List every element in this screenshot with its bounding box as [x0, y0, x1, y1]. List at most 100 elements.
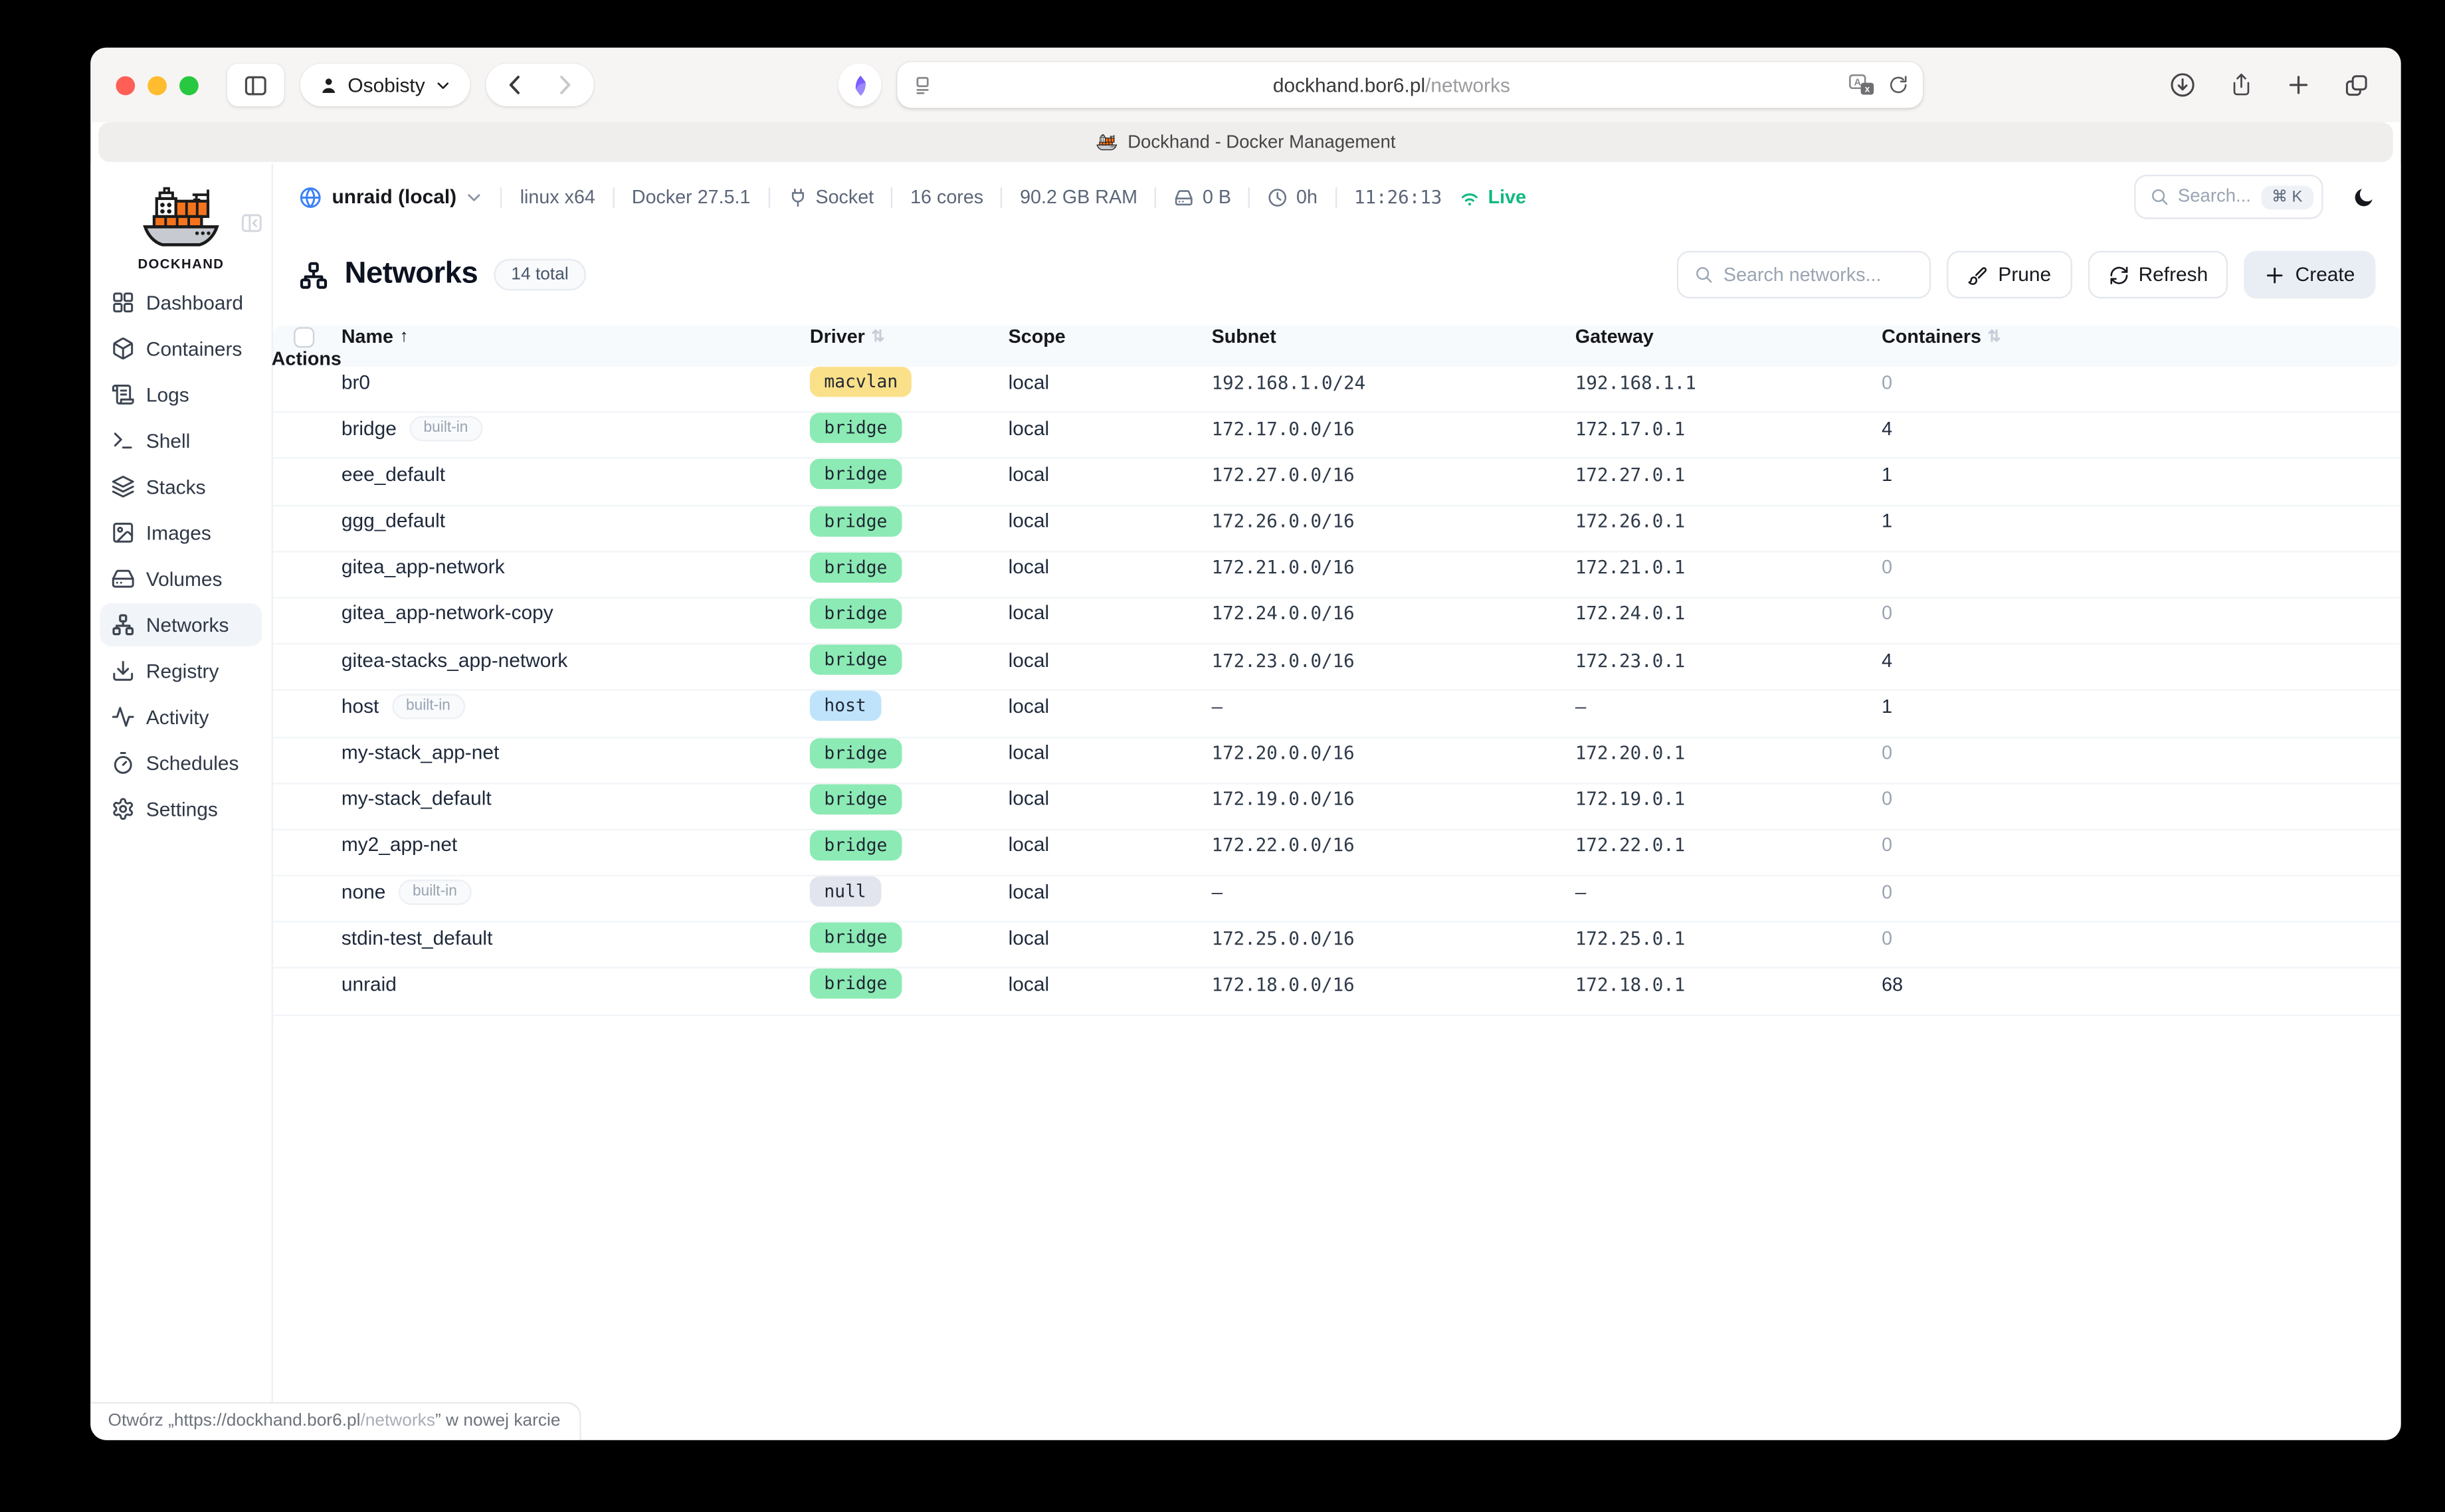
- global-search[interactable]: Search... ⌘ K: [2133, 175, 2323, 219]
- network-name[interactable]: gitea-stacks_app-network: [342, 649, 810, 671]
- network-name[interactable]: ggg_default: [342, 510, 810, 531]
- network-name[interactable]: bridgebuilt-in: [342, 415, 810, 440]
- table-row[interactable]: hostbuilt-inhostlocal––1: [273, 691, 2401, 737]
- network-name[interactable]: nonebuilt-in: [342, 879, 810, 904]
- prune-button[interactable]: Prune: [1947, 251, 2072, 299]
- reload-icon[interactable]: [1888, 74, 1909, 95]
- driver-cell: host: [810, 691, 1009, 721]
- table-row[interactable]: my-stack_app-netbridgelocal172.20.0.0/16…: [273, 737, 2401, 784]
- translate-icon[interactable]: Ax: [1849, 73, 1876, 97]
- disk-info: 0 B: [1174, 186, 1231, 208]
- driver-badge: macvlan: [810, 367, 912, 397]
- close-window-button[interactable]: [116, 76, 135, 95]
- network-name[interactable]: stdin-test_default: [342, 927, 810, 949]
- driver-badge: null: [810, 876, 880, 906]
- minimize-window-button[interactable]: [147, 76, 167, 95]
- svg-text:x: x: [1865, 83, 1870, 94]
- extension-button[interactable]: [839, 64, 882, 107]
- network-icon: [111, 613, 135, 637]
- host-selector[interactable]: unraid (local): [298, 185, 483, 209]
- table-row[interactable]: gitea_app-network-copybridgelocal172.24.…: [273, 599, 2401, 645]
- networks-search-input[interactable]: Search networks...: [1678, 251, 1931, 299]
- table-row[interactable]: gitea_app-networkbridgelocal172.21.0.0/1…: [273, 552, 2401, 599]
- sidebar-item-shell[interactable]: Shell: [100, 419, 262, 462]
- col-header-driver[interactable]: Driver⇅: [810, 326, 1009, 347]
- dark-mode-toggle[interactable]: [2352, 185, 2376, 209]
- network-name[interactable]: my-stack_app-net: [342, 741, 810, 763]
- table-row[interactable]: my-stack_defaultbridgelocal172.19.0.0/16…: [273, 784, 2401, 830]
- containers-count: 68: [1882, 973, 2377, 995]
- address-bar[interactable]: dockhand.bor6.pl/networks Ax: [898, 62, 1923, 108]
- table-row[interactable]: br0macvlanlocal192.168.1.0/24192.168.1.1…: [273, 367, 2401, 413]
- active-tab-title[interactable]: Dockhand - Docker Management: [1127, 133, 1395, 152]
- driver-cell: bridge: [810, 506, 1009, 535]
- browser-sidebar-toggle-button[interactable]: [227, 64, 284, 107]
- divider: [768, 187, 769, 207]
- gateway-cell: 172.21.0.1: [1575, 556, 1882, 578]
- server-time: 11:26:13: [1354, 186, 1442, 208]
- network-name[interactable]: br0: [342, 371, 810, 393]
- subnet-cell: 172.19.0.0/16: [1212, 788, 1575, 810]
- driver-cell: bridge: [810, 645, 1009, 675]
- table-row[interactable]: ggg_defaultbridgelocal172.26.0.0/16172.2…: [273, 506, 2401, 552]
- network-name[interactable]: my-stack_default: [342, 788, 810, 810]
- networks-search-placeholder: Search networks...: [1723, 264, 1882, 286]
- containers-count: 0: [1882, 880, 2377, 902]
- network-name[interactable]: unraid: [342, 973, 810, 995]
- table-row[interactable]: eee_defaultbridgelocal172.27.0.0/16172.2…: [273, 460, 2401, 506]
- environment-info: unraid (local) linux x64 Docker 27.5.1 S…: [298, 185, 1526, 209]
- sidebar-item-containers[interactable]: Containers: [100, 327, 262, 370]
- table-row[interactable]: gitea-stacks_app-networkbridgelocal172.2…: [273, 645, 2401, 692]
- scope-cell: local: [1009, 880, 1212, 902]
- gateway-cell: 172.17.0.1: [1575, 417, 1882, 439]
- share-button[interactable]: [2230, 72, 2254, 99]
- zoom-window-button[interactable]: [179, 76, 199, 95]
- keyboard-shortcut-badge: ⌘ K: [2260, 185, 2313, 209]
- containers-count: 0: [1882, 556, 2377, 578]
- url-text: dockhand.bor6.pl/networks: [947, 74, 1836, 96]
- sidebar-item-images[interactable]: Images: [100, 512, 262, 555]
- clock-icon: [1268, 187, 1288, 207]
- sidebar-item-registry[interactable]: Registry: [100, 650, 262, 693]
- network-name[interactable]: my2_app-net: [342, 834, 810, 856]
- network-name[interactable]: hostbuilt-in: [342, 694, 810, 719]
- sidebar-collapse-icon[interactable]: [240, 211, 264, 235]
- reader-mode-icon[interactable]: [912, 74, 934, 96]
- sidebar-item-networks[interactable]: Networks: [100, 603, 262, 646]
- sidebar-item-volumes[interactable]: Volumes: [100, 557, 262, 601]
- sidebar-item-logs[interactable]: Logs: [100, 373, 262, 417]
- new-tab-button[interactable]: [2287, 73, 2311, 97]
- sidebar-item-stacks[interactable]: Stacks: [100, 465, 262, 508]
- sidebar-item-settings[interactable]: Settings: [100, 787, 262, 830]
- create-button[interactable]: Create: [2244, 251, 2375, 299]
- table-row[interactable]: unraidbridgelocal172.18.0.0/16172.18.0.1…: [273, 969, 2401, 1016]
- scope-cell: local: [1009, 927, 1212, 949]
- select-all-checkbox[interactable]: [294, 326, 314, 347]
- divider: [1155, 187, 1156, 207]
- network-name[interactable]: eee_default: [342, 464, 810, 486]
- sidebar-item-dashboard[interactable]: Dashboard: [100, 281, 262, 324]
- forward-button[interactable]: [552, 73, 576, 97]
- refresh-button[interactable]: Refresh: [2088, 251, 2228, 299]
- network-name[interactable]: gitea_app-network-copy: [342, 603, 810, 624]
- table-row[interactable]: stdin-test_defaultbridgelocal172.25.0.0/…: [273, 923, 2401, 969]
- socket-info: Socket: [787, 186, 874, 208]
- sidebar-item-schedules[interactable]: Schedules: [100, 741, 262, 785]
- dockhand-app: DOCKHAND DashboardContainersLogsShellSta…: [90, 163, 2400, 1440]
- network-name[interactable]: gitea_app-network: [342, 556, 810, 578]
- driver-badge: bridge: [810, 645, 902, 675]
- downloads-button[interactable]: [2169, 72, 2197, 99]
- panel-left-icon: [243, 72, 268, 98]
- table-row[interactable]: my2_app-netbridgelocal172.22.0.0/16172.2…: [273, 830, 2401, 877]
- tab-overview-button[interactable]: [2344, 72, 2369, 98]
- table-row[interactable]: bridgebuilt-inbridgelocal172.17.0.0/1617…: [273, 413, 2401, 460]
- table-row[interactable]: nonebuilt-innulllocal––0: [273, 876, 2401, 923]
- col-header-containers[interactable]: Containers⇅: [1882, 326, 2377, 347]
- profile-button[interactable]: Osobisty: [300, 64, 470, 107]
- subnet-cell: 172.17.0.0/16: [1212, 417, 1575, 439]
- back-button[interactable]: [503, 73, 527, 97]
- containers-count: 4: [1882, 649, 2377, 671]
- app-sidebar: DOCKHAND DashboardContainersLogsShellSta…: [90, 163, 273, 1440]
- col-header-name[interactable]: Name↑: [342, 326, 810, 347]
- sidebar-item-activity[interactable]: Activity: [100, 696, 262, 739]
